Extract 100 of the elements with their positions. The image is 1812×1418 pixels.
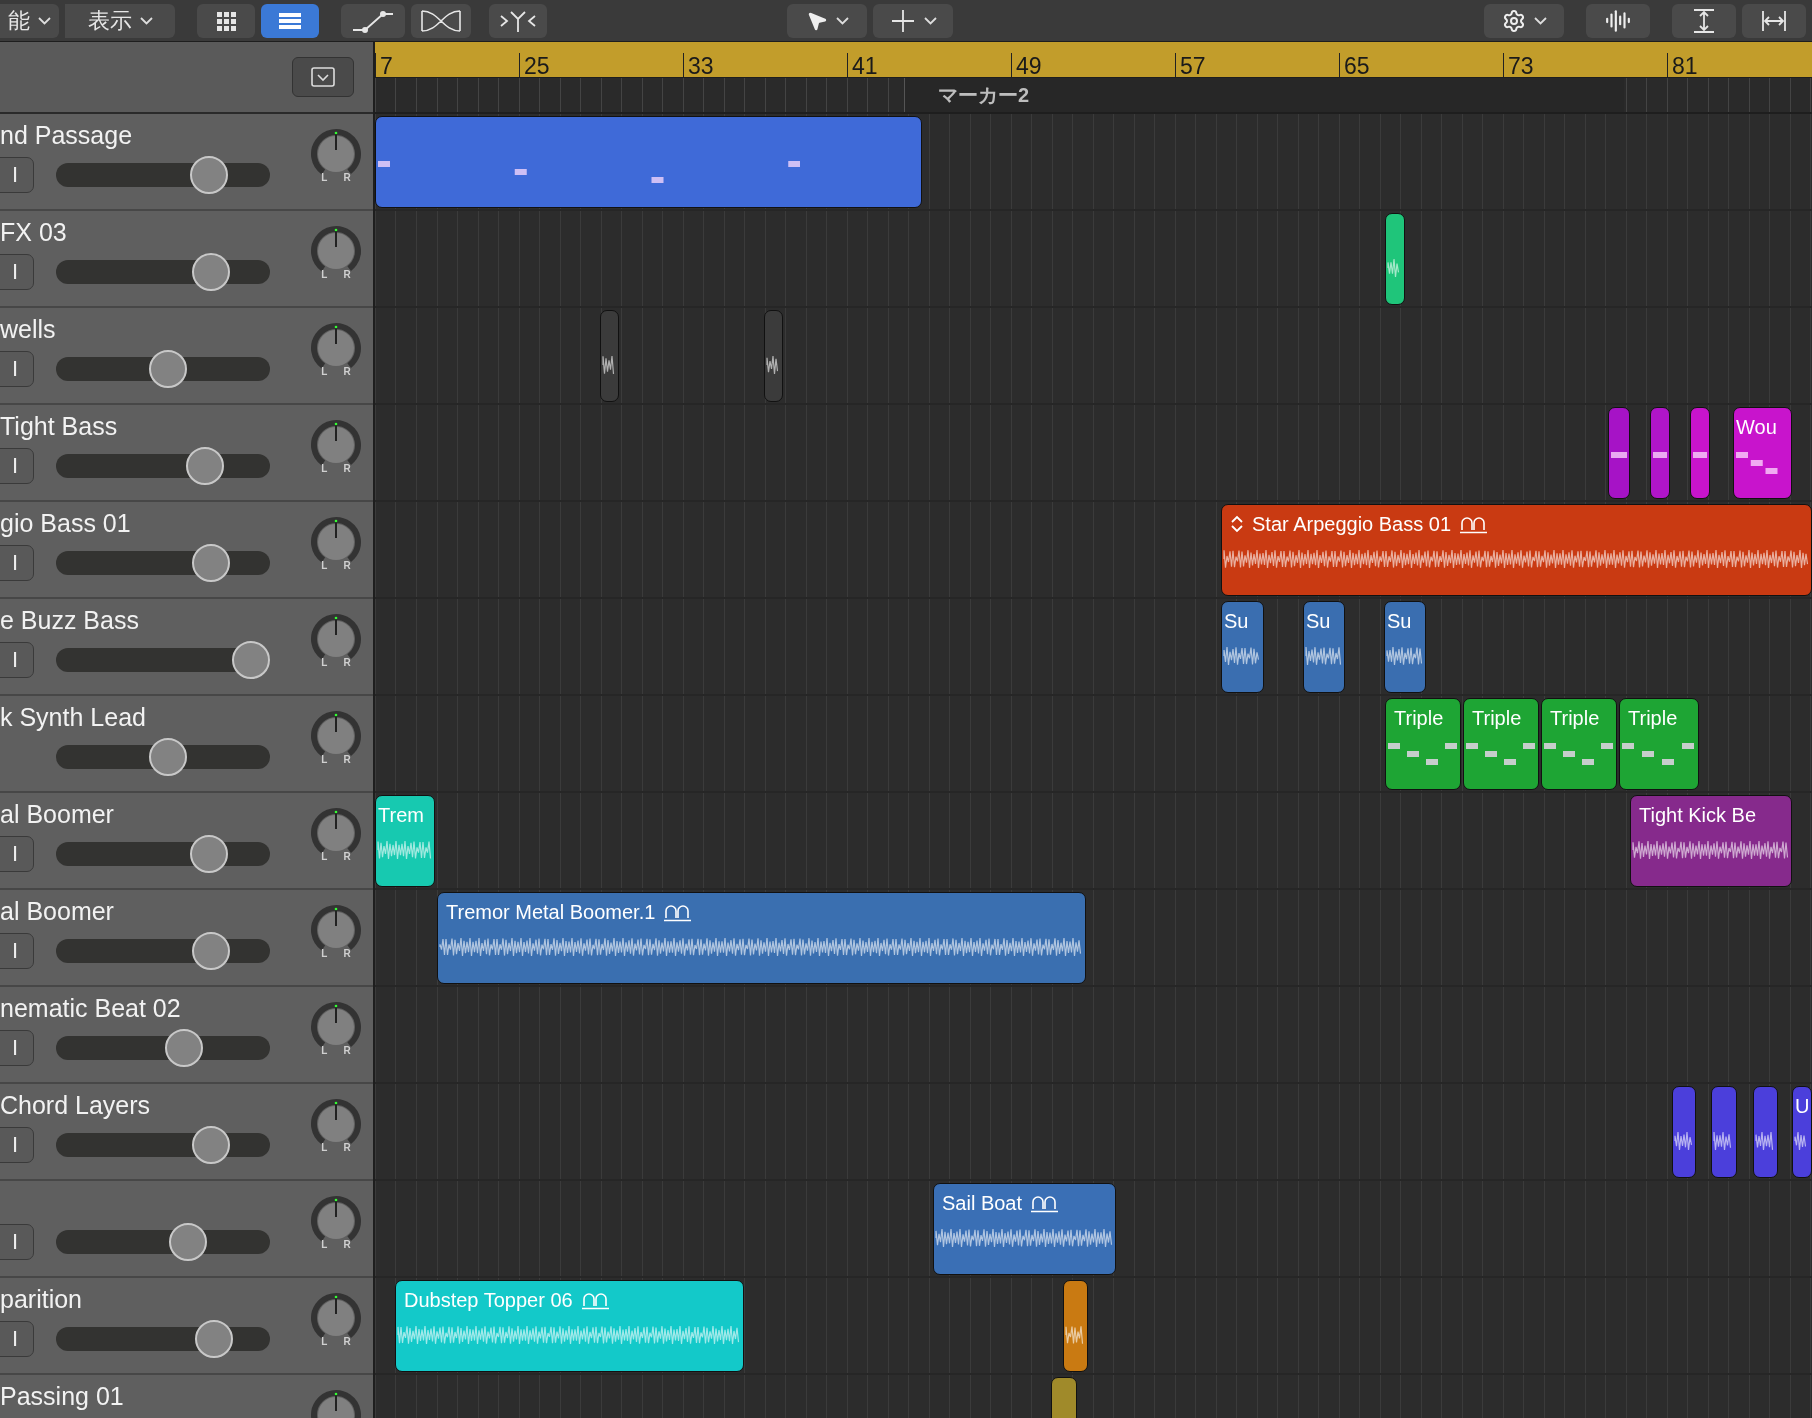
volume-fader[interactable]: [56, 1320, 270, 1358]
view-button[interactable]: [197, 3, 255, 38]
region[interactable]: Triple: [1541, 698, 1617, 790]
region[interactable]: [1385, 213, 1405, 305]
volume-fader[interactable]: [56, 253, 270, 291]
region[interactable]: [1690, 407, 1710, 499]
track-header[interactable]: k Synth Lead L R: [0, 696, 373, 793]
track-lane[interactable]: U: [375, 1084, 1812, 1181]
region[interactable]: Triple: [1385, 698, 1461, 790]
automation-button[interactable]: [341, 3, 405, 38]
region[interactable]: Su: [1384, 601, 1426, 693]
track-lane[interactable]: Sail Boat: [375, 1181, 1812, 1278]
fader-thumb[interactable]: [189, 835, 228, 873]
volume-fader[interactable]: [56, 835, 270, 873]
marquee-tool-button[interactable]: [873, 3, 953, 38]
track-header[interactable]: wells I L R: [0, 308, 373, 405]
waveform-zoom-button[interactable]: [1586, 3, 1650, 38]
menu-button[interactable]: 能: [0, 3, 59, 38]
track-header[interactable]: Tight Bass I L R: [0, 405, 373, 502]
fader-thumb[interactable]: [149, 350, 188, 388]
input-monitor-button[interactable]: I: [0, 448, 34, 484]
fader-thumb[interactable]: [191, 253, 230, 291]
track-lane[interactable]: Trem Tight Kick Be: [375, 793, 1812, 890]
region[interactable]: [1650, 407, 1670, 499]
track-lane[interactable]: [375, 211, 1812, 308]
volume-fader[interactable]: [56, 1029, 270, 1067]
region[interactable]: Triple: [1463, 698, 1539, 790]
region[interactable]: [1672, 1086, 1696, 1178]
fader-thumb[interactable]: [186, 447, 225, 485]
region[interactable]: Wou: [1733, 407, 1792, 499]
fader-thumb[interactable]: [191, 932, 230, 970]
fader-thumb[interactable]: [168, 1223, 207, 1261]
region[interactable]: Sail Boat: [933, 1183, 1116, 1275]
input-monitor-button[interactable]: I: [0, 1224, 34, 1260]
volume-fader[interactable]: [56, 544, 270, 582]
track-lane[interactable]: Su Su Su: [375, 599, 1812, 696]
track-header[interactable]: nematic Beat 02 I L R: [0, 987, 373, 1084]
fader-thumb[interactable]: [149, 738, 188, 776]
crossfade-button[interactable]: [411, 3, 471, 38]
region[interactable]: [1063, 1280, 1088, 1372]
volume-fader[interactable]: [56, 350, 270, 388]
input-monitor-button[interactable]: I: [0, 545, 34, 581]
track-header[interactable]: al Boomer I L R: [0, 793, 373, 890]
track-header[interactable]: nd Passage I L R: [0, 114, 373, 211]
volume-fader[interactable]: [56, 447, 270, 485]
input-monitor-button[interactable]: I: [0, 254, 34, 290]
horizontal-fit-button[interactable]: [1742, 3, 1806, 38]
input-monitor-button[interactable]: I: [0, 351, 34, 387]
fader-thumb[interactable]: [165, 1029, 204, 1067]
menu-button[interactable]: 表示: [65, 3, 175, 38]
track-lane[interactable]: [375, 308, 1812, 405]
bar-ruler[interactable]: 7 25 33 41 49 57 65 73 81: [375, 42, 1812, 78]
fader-thumb[interactable]: [189, 156, 228, 194]
region[interactable]: Star Arpeggio Bass 01: [1221, 504, 1812, 596]
fader-thumb[interactable]: [232, 641, 270, 679]
track-lane[interactable]: Star Arpeggio Bass 01: [375, 502, 1812, 599]
volume-fader[interactable]: [56, 641, 270, 679]
track-lane[interactable]: Triple Triple Triple Triple: [375, 696, 1812, 793]
track-header[interactable]: FX 03 I L R: [0, 211, 373, 308]
volume-fader[interactable]: [56, 1223, 270, 1261]
volume-fader[interactable]: [56, 738, 270, 776]
region[interactable]: Su: [1303, 601, 1345, 693]
volume-fader[interactable]: [56, 156, 270, 194]
region[interactable]: Su: [1221, 601, 1264, 693]
catch-button[interactable]: [489, 3, 547, 38]
region[interactable]: Triple: [1619, 698, 1699, 790]
fader-thumb[interactable]: [195, 1320, 234, 1358]
track-lane[interactable]: Tremor Metal Boomer.1: [375, 890, 1812, 987]
track-header[interactable]: I L R: [0, 1181, 373, 1278]
track-header[interactable]: e Buzz Bass I L R: [0, 599, 373, 696]
vertical-fit-button[interactable]: [1672, 3, 1736, 38]
region[interactable]: [1711, 1086, 1737, 1178]
input-monitor-button[interactable]: I: [0, 1030, 34, 1066]
region[interactable]: [600, 310, 619, 402]
region[interactable]: [764, 310, 783, 402]
region[interactable]: Tight Kick Be: [1630, 795, 1792, 887]
track-lane[interactable]: [375, 114, 1812, 211]
fader-thumb[interactable]: [191, 1126, 230, 1164]
input-monitor-button[interactable]: I: [0, 1127, 34, 1163]
track-lane[interactable]: Wou: [375, 405, 1812, 502]
region[interactable]: [1753, 1086, 1778, 1178]
input-monitor-button[interactable]: I: [0, 1321, 34, 1357]
region[interactable]: Tremor Metal Boomer.1: [437, 892, 1086, 984]
view-button[interactable]: [261, 3, 319, 38]
input-monitor-button[interactable]: I: [0, 642, 34, 678]
volume-fader[interactable]: [56, 932, 270, 970]
track-header[interactable]: parition I L R: [0, 1278, 373, 1375]
track-lane[interactable]: [375, 987, 1812, 1084]
track-options-button[interactable]: [292, 57, 354, 97]
track-header[interactable]: gio Bass 01 I L R: [0, 502, 373, 599]
region[interactable]: [1608, 407, 1630, 499]
input-monitor-button[interactable]: I: [0, 933, 34, 969]
input-monitor-button[interactable]: I: [0, 836, 34, 872]
input-monitor-button[interactable]: I: [0, 157, 34, 193]
settings-button[interactable]: [1484, 3, 1564, 38]
track-header[interactable]: Passing 01: [0, 1375, 373, 1418]
fader-thumb[interactable]: [191, 544, 230, 582]
track-header[interactable]: al Boomer I L R: [0, 890, 373, 987]
volume-fader[interactable]: [56, 1126, 270, 1164]
pointer-tool-button[interactable]: [787, 3, 867, 38]
